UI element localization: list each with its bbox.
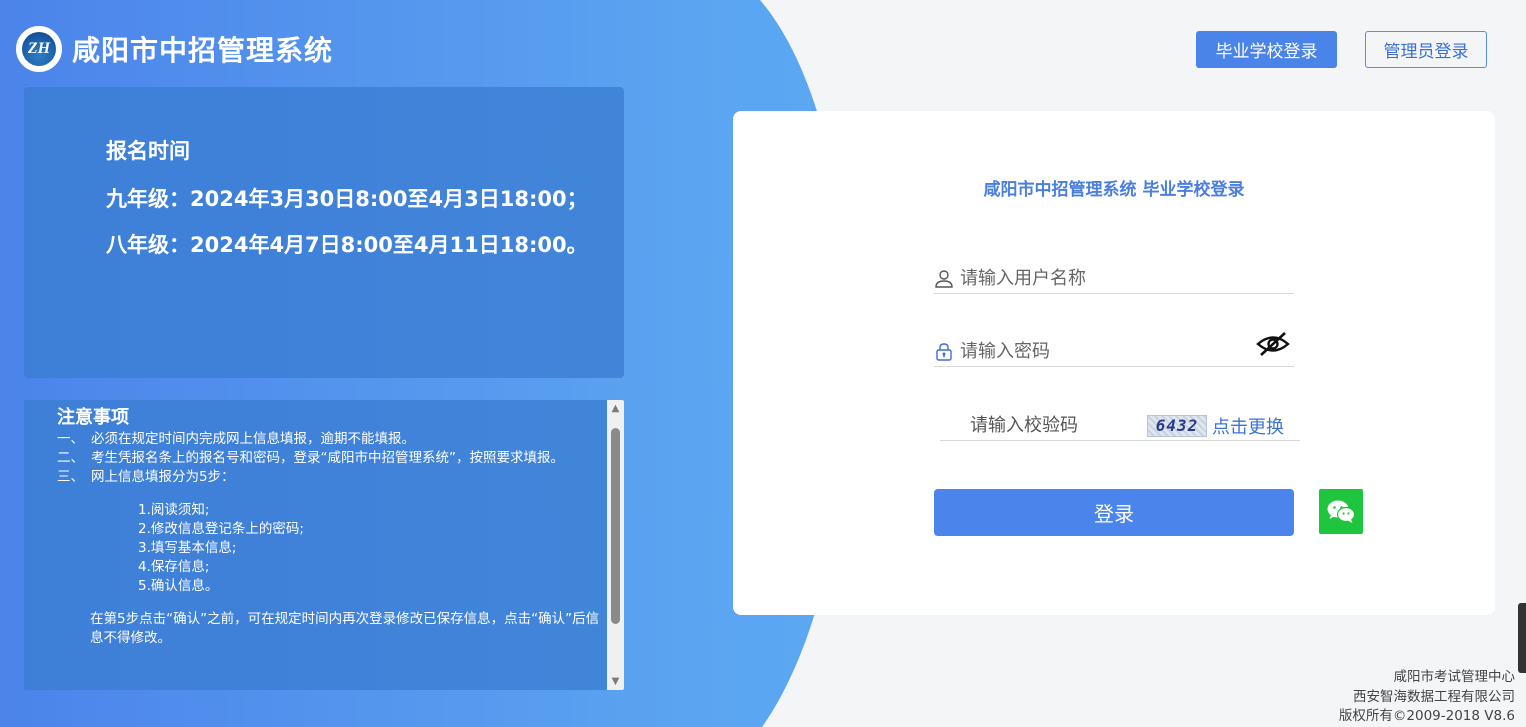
logo-text: ZH — [22, 32, 56, 66]
grade8-time: 八年级：2024年4月7日8:00至4月11日18:00。 — [106, 233, 588, 257]
notice-final: 在第5步点击“确认”之前，可在规定时间内再次登录修改已保存信息，点击“确认”后信… — [90, 611, 600, 646]
notice-item-text: 必须在规定时间内完成网上信息填报，逾期不能填报。 — [91, 431, 415, 447]
registration-time-panel: 报名时间 九年级：2024年3月30日8:00至4月3日18:00； 八年级：2… — [24, 87, 624, 378]
wechat-icon — [1327, 500, 1356, 523]
header-brand: ZH 咸阳市中招管理系统 — [16, 26, 333, 72]
eye-off-icon[interactable] — [1256, 331, 1290, 361]
login-card: 咸阳市中招管理系统 毕业学校登录 请输入用户名称 请输入校验码 6432 点击更… — [733, 111, 1495, 615]
admin-login-button[interactable]: 管理员登录 — [1365, 31, 1487, 68]
step-item: 2.修改信息登记条上的密码; — [138, 521, 304, 537]
grade9-time: 九年级：2024年3月30日8:00至4月3日18:00； — [106, 187, 588, 211]
scroll-thumb[interactable] — [611, 428, 620, 624]
login-button[interactable]: 登录 — [934, 489, 1294, 536]
step-item: 4.保存信息; — [138, 559, 210, 575]
registration-heading: 报名时间 — [106, 139, 190, 163]
captcha-field-wrapper: 6432 点击更换 — [940, 411, 1300, 441]
notice-item-number: 三、 — [57, 469, 84, 485]
refresh-captcha-link[interactable]: 点击更换 — [1212, 413, 1284, 439]
notice-item: 二、 考生凭报名条上的报名号和密码，登录“咸阳市中招管理系统”，按照要求填报。 — [57, 449, 602, 468]
app-title: 咸阳市中招管理系统 — [72, 34, 334, 67]
wechat-login-button[interactable] — [1319, 489, 1363, 534]
scroll-up-arrow-icon[interactable]: ▲ — [607, 400, 624, 417]
notice-item-text: 考生凭报名条上的报名号和密码，登录“咸阳市中招管理系统”，按照要求填报。 — [91, 450, 564, 466]
footer: 咸阳市考试管理中心 西安智海数据工程有限公司 版权所有©2009-2018 V8… — [1339, 668, 1515, 727]
footer-line: 西安智海数据工程有限公司 — [1353, 688, 1515, 705]
school-login-button[interactable]: 毕业学校登录 — [1196, 31, 1337, 68]
notice-scrollbar[interactable]: ▲ ▼ — [607, 400, 624, 690]
notice-panel: 注意事项 一、 必须在规定时间内完成网上信息填报，逾期不能填报。 二、 考生凭报… — [24, 400, 624, 690]
notice-title: 注意事项 — [57, 407, 129, 428]
user-icon — [934, 269, 960, 289]
notice-item-text: 网上信息填报分为5步： — [91, 469, 235, 485]
notice-item: 一、 必须在规定时间内完成网上信息填报，逾期不能填报。 — [57, 430, 602, 449]
username-input[interactable] — [960, 264, 1250, 293]
steps-list: 1.阅读须知; 2.修改信息登记条上的密码; 3.填写基本信息; 4.保存信息;… — [57, 501, 602, 596]
captcha-image[interactable]: 6432 — [1147, 414, 1207, 437]
login-title: 咸阳市中招管理系统 毕业学校登录 — [983, 180, 1245, 200]
step-item: 1.阅读须知; — [138, 502, 210, 518]
lock-icon — [934, 342, 960, 362]
footer-line: 咸阳市考试管理中心 — [1393, 669, 1516, 685]
step-item: 5.确认信息。 — [138, 578, 219, 594]
scroll-down-arrow-icon[interactable]: ▼ — [607, 673, 624, 690]
username-field-wrapper — [934, 264, 1294, 294]
notice-item: 三、 网上信息填报分为5步： — [57, 468, 602, 487]
step-item: 3.填写基本信息; — [138, 540, 237, 556]
password-field-wrapper — [934, 332, 1294, 367]
notice-content: 注意事项 一、 必须在规定时间内完成网上信息填报，逾期不能填报。 二、 考生凭报… — [57, 408, 602, 648]
notice-item-number: 一、 — [57, 431, 84, 447]
captcha-input[interactable] — [940, 411, 1115, 440]
password-input[interactable] — [960, 337, 1250, 366]
footer-line: 版权所有©2009-2018 V8.6 — [1338, 708, 1515, 724]
notice-item-number: 二、 — [57, 450, 84, 466]
side-tab-handle[interactable] — [1518, 603, 1526, 673]
logo-icon: ZH — [16, 26, 62, 72]
